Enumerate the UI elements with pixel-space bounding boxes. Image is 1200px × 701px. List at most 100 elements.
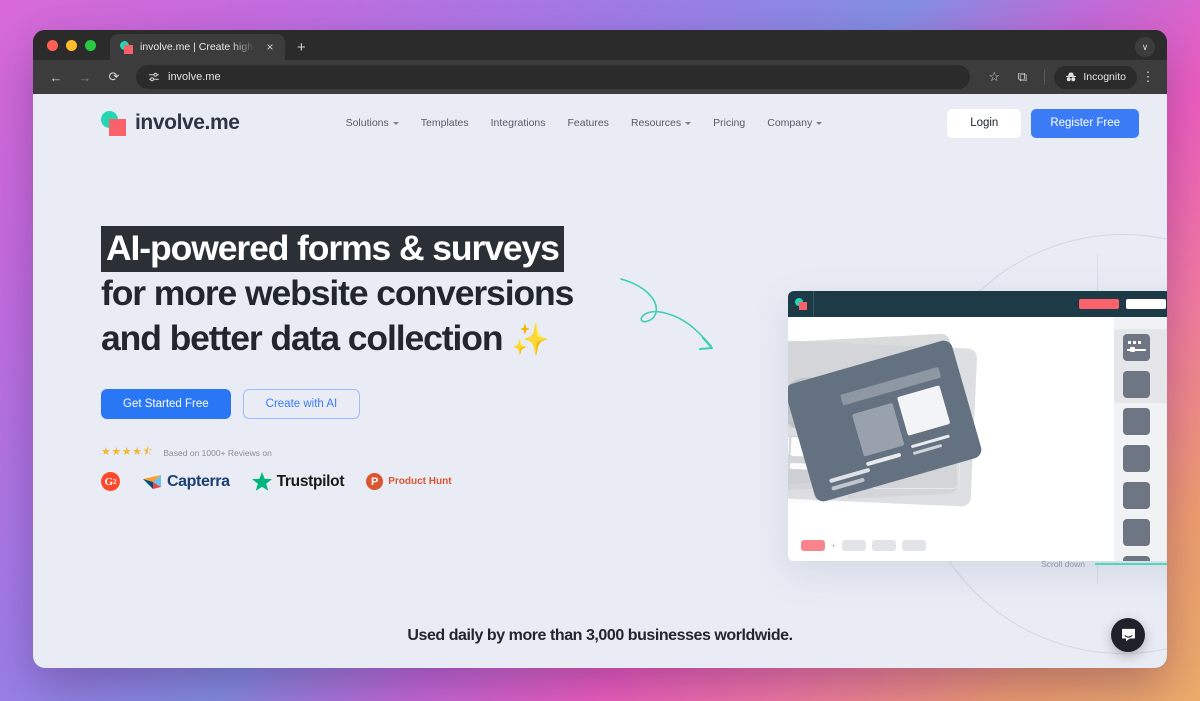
page-title: AI-powered forms & surveys for more webs… (101, 226, 661, 362)
badge-capterra[interactable]: Capterra (142, 473, 230, 491)
mockup-chip (842, 540, 867, 551)
mockup-chip (872, 540, 897, 551)
nav-item-solutions[interactable]: Solutions (346, 117, 399, 129)
nav-label: Resources (630, 117, 682, 129)
rating-caption: Based on 1000+ Reviews on (163, 447, 272, 458)
nav-item-resources[interactable]: Resources (630, 117, 692, 129)
badge-g2[interactable]: G2 (101, 472, 120, 491)
badge-product-hunt[interactable]: P Product Hunt (366, 473, 452, 490)
mockup-topbar (788, 291, 1167, 317)
incognito-label: Incognito (1083, 71, 1126, 83)
chevron-down-icon (685, 122, 692, 125)
chevron-down-icon[interactable]: ∨ (1135, 37, 1155, 57)
product-hunt-icon: P (366, 473, 384, 490)
capterra-icon (143, 475, 161, 489)
sliders-icon (1123, 334, 1150, 361)
nav-item-templates[interactable]: Templates (421, 117, 469, 129)
browser-menu-icon[interactable]: ⋮ (1139, 69, 1157, 85)
nav-label: Solutions (345, 117, 389, 129)
toolbar-divider (1044, 69, 1046, 85)
trustpilot-label: Trustpilot (276, 472, 345, 490)
nav-item-company[interactable]: Company (767, 117, 823, 129)
involveme-logo-icon (101, 110, 126, 136)
block-icon (1123, 445, 1150, 472)
mockup-sidebar-row (1114, 329, 1167, 366)
block-icon (1123, 408, 1150, 435)
involveme-favicon-icon (120, 40, 133, 54)
create-with-ai-button[interactable]: Create with AI (242, 389, 361, 419)
incognito-hat-icon (1066, 72, 1077, 82)
mockup-sidebar-row (1114, 514, 1167, 551)
star-rating-icon: ★★★★⯪ (101, 446, 154, 458)
get-started-free-button[interactable]: Get Started Free (101, 389, 231, 419)
chat-bubble-icon (1121, 628, 1135, 641)
maximize-window-button[interactable] (85, 39, 96, 51)
site-header: involve.me Solutions Templates Integrati… (33, 94, 1167, 152)
g2-letter: G (104, 475, 114, 488)
toolbar-actions: ☆ ⧉ Incognito ⋮ (981, 64, 1157, 90)
ph-letter: P (371, 475, 379, 488)
new-tab-button[interactable]: + (297, 40, 306, 55)
close-window-button[interactable] (47, 39, 58, 51)
scroll-down-hint: Scroll down (1041, 559, 1167, 569)
block-icon (1123, 371, 1150, 398)
mockup-sidebar-row (1114, 366, 1167, 403)
login-button[interactable]: Login (947, 108, 1022, 138)
site-logo-text: involve.me (135, 111, 240, 134)
register-free-button[interactable]: Register Free (1031, 108, 1139, 138)
mockup-sidebar (1114, 317, 1167, 561)
nav-label: Integrations (490, 117, 546, 129)
hero-title-line3: and better data collection (101, 318, 504, 358)
browser-window: involve.me | Create high-con × + ∨ ← → ⟳… (33, 30, 1167, 668)
mockup-chip-active (801, 540, 825, 551)
address-bar[interactable]: involve.me (136, 65, 971, 89)
extensions-icon[interactable]: ⧉ (1009, 64, 1035, 90)
close-tab-icon[interactable]: × (263, 41, 277, 53)
hero-title-highlight: AI-powered forms & surveys (101, 226, 564, 272)
browser-tab[interactable]: involve.me | Create high-con × (110, 34, 285, 60)
nav-label: Features (567, 117, 609, 129)
sparkles-icon: ✨ (511, 322, 550, 357)
nav-item-features[interactable]: Features (568, 117, 609, 129)
badge-trustpilot[interactable]: Trustpilot (251, 472, 345, 491)
mockup-body: + (788, 317, 1167, 561)
browser-tab-title: involve.me | Create high-con (140, 41, 256, 53)
nav-label: Templates (420, 117, 469, 129)
mockup-primary-button (1079, 299, 1119, 309)
browser-toolbar: ← → ⟳ involve.me ☆ ⧉ Incognito ⋮ (33, 60, 1167, 94)
block-icon (1123, 482, 1150, 509)
incognito-indicator[interactable]: Incognito (1054, 65, 1137, 89)
browser-tab-strip: involve.me | Create high-con × + ∨ (33, 30, 1167, 60)
bookmark-star-icon[interactable]: ☆ (981, 64, 1007, 90)
curved-arrow-icon (620, 278, 713, 350)
mockup-secondary-button (1126, 299, 1166, 309)
tune-settings-icon (149, 72, 159, 82)
mockup-sidebar-row (1114, 477, 1167, 514)
hero-title-line2: for more website conversions (101, 273, 574, 313)
nav-item-integrations[interactable]: Integrations (491, 117, 546, 129)
chat-widget-button[interactable] (1111, 618, 1145, 652)
page-viewport: involve.me Solutions Templates Integrati… (33, 94, 1167, 668)
nav-item-pricing[interactable]: Pricing (713, 117, 745, 129)
scroll-down-label: Scroll down (1041, 559, 1085, 569)
back-icon[interactable]: ← (43, 64, 69, 90)
main-navigation: Solutions Templates Integrations Feature… (346, 117, 823, 129)
nav-label: Pricing (713, 117, 746, 129)
mockup-sidebar-row (1114, 440, 1167, 477)
minimize-window-button[interactable] (66, 39, 77, 51)
reload-icon[interactable]: ⟳ (101, 64, 127, 90)
window-traffic-lights (45, 30, 106, 60)
forward-icon[interactable]: → (72, 64, 98, 90)
site-logo[interactable]: involve.me (101, 110, 240, 136)
plus-icon: + (831, 540, 837, 551)
chevron-down-icon (392, 122, 399, 125)
block-icon (1123, 519, 1150, 546)
mockup-logo-icon (788, 291, 814, 317)
trustpilot-star-icon (251, 472, 272, 491)
mockup-sidebar-row (1114, 403, 1167, 440)
social-proof-text: Used daily by more than 3,000 businesses… (407, 627, 793, 644)
mockup-topbar-buttons (1079, 299, 1167, 309)
mockup-canvas: + (788, 317, 1114, 561)
chevron-down-icon (816, 122, 823, 125)
product-screenshot-mockup: + (788, 291, 1167, 561)
